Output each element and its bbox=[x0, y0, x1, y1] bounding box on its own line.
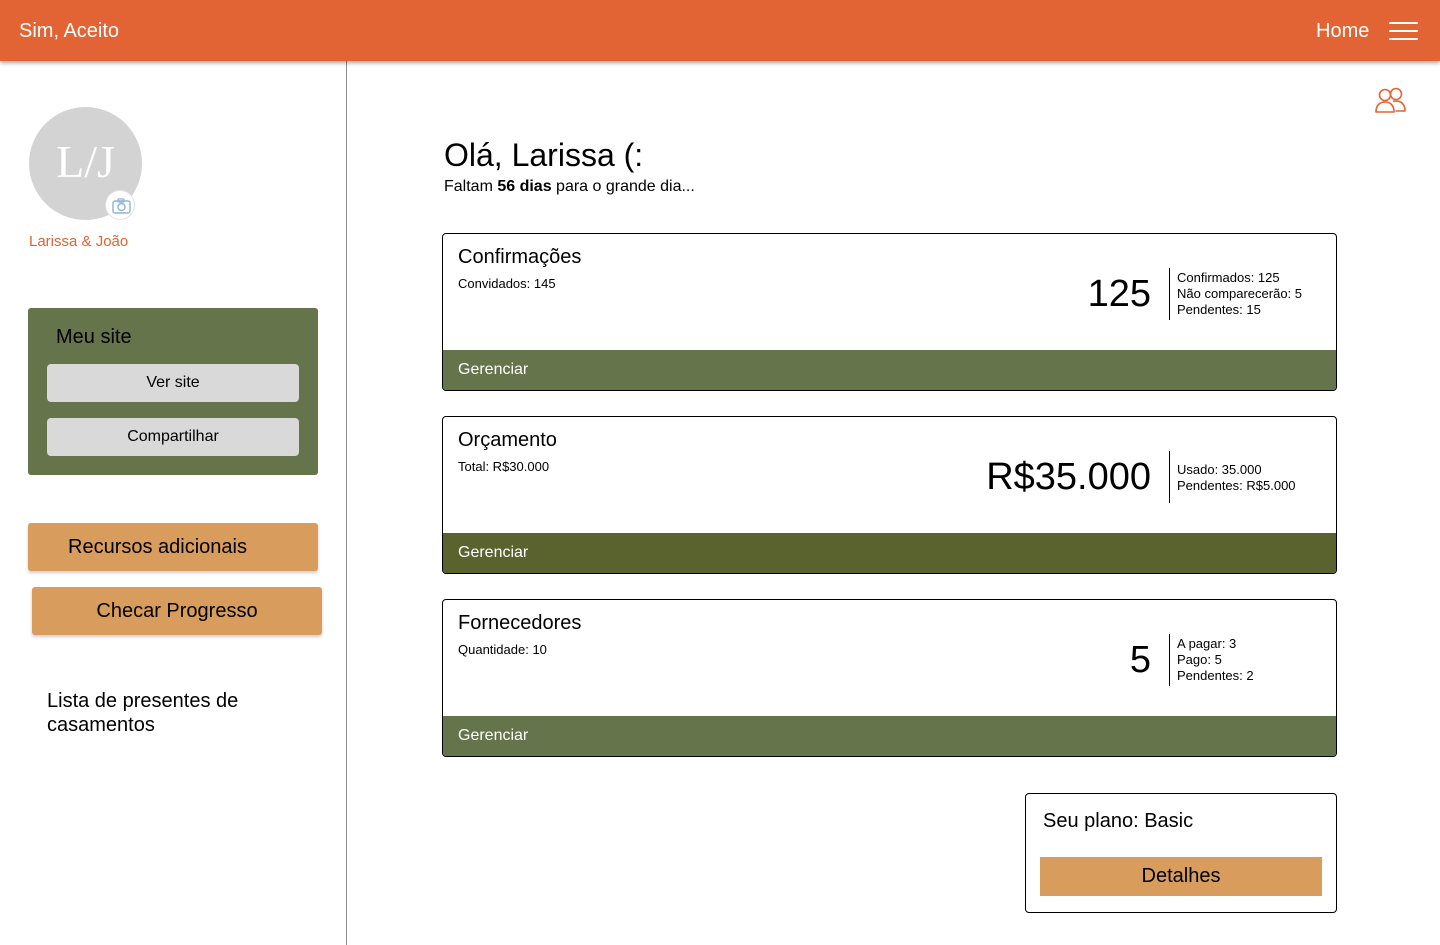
avatar-initials: L/J bbox=[56, 136, 115, 187]
plan-title: Seu plano: Basic bbox=[1043, 810, 1194, 832]
greeting-heading: Olá, Larissa (: bbox=[444, 137, 644, 173]
countdown-prefix: Faltam bbox=[444, 178, 498, 195]
check-progress-button[interactable]: Checar Progresso bbox=[32, 587, 322, 635]
sidebar: L/J Larissa & João Meu site Ver site Com… bbox=[0, 61, 347, 945]
plan-details-button[interactable]: Detalhes bbox=[1040, 857, 1322, 896]
couple-name: Larissa & João bbox=[29, 233, 129, 250]
hamburger-menu-icon[interactable] bbox=[1389, 21, 1418, 41]
card-divider bbox=[1169, 451, 1170, 503]
card-title: Confirmações bbox=[458, 246, 582, 268]
stat-line: Pendentes: 15 bbox=[1177, 302, 1261, 317]
additional-resources-button[interactable]: Recursos adicionais bbox=[28, 523, 318, 571]
card-big-value: 5 bbox=[1129, 639, 1151, 681]
card-big-value: 125 bbox=[1087, 273, 1151, 315]
plan-panel: Seu plano: Basic Detalhes bbox=[1025, 793, 1337, 913]
view-site-button[interactable]: Ver site bbox=[47, 364, 299, 402]
budget-card: Orçamento Total: R$30.000 R$35.000 Usado… bbox=[442, 416, 1337, 574]
card-stats: A pagar: 3 Pago: 5 Pendentes: 2 bbox=[1177, 636, 1254, 684]
countdown-text: Faltam 56 dias para o grande dia... bbox=[444, 178, 695, 196]
card-title: Fornecedores bbox=[458, 612, 582, 634]
card-divider bbox=[1169, 634, 1170, 686]
card-stats: Usado: 35.000 Pendentes: R$5.000 bbox=[1177, 462, 1296, 494]
card-stats: Confirmados: 125 Não comparecerão: 5 Pen… bbox=[1177, 270, 1302, 318]
card-title: Orçamento bbox=[458, 429, 557, 451]
suppliers-card: Fornecedores Quantidade: 10 5 A pagar: 3… bbox=[442, 599, 1337, 757]
stat-line: Pendentes: R$5.000 bbox=[1177, 478, 1296, 493]
share-button[interactable]: Compartilhar bbox=[47, 418, 299, 456]
countdown-suffix: para o grande dia... bbox=[551, 178, 695, 195]
card-subtitle: Convidados: 145 bbox=[458, 276, 556, 291]
card-divider bbox=[1169, 268, 1170, 320]
stat-line: Confirmados: 125 bbox=[1177, 270, 1280, 285]
stat-line: Pago: 5 bbox=[1177, 652, 1222, 667]
gift-list-link[interactable]: Lista de presentes de casamentos bbox=[47, 689, 307, 737]
stat-line: Usado: 35.000 bbox=[1177, 462, 1262, 477]
manage-suppliers-button[interactable]: Gerenciar bbox=[443, 716, 1336, 756]
manage-confirmations-button[interactable]: Gerenciar bbox=[443, 350, 1336, 390]
home-link[interactable]: Home bbox=[1316, 20, 1369, 43]
card-subtitle: Total: R$30.000 bbox=[458, 459, 550, 474]
stat-line: Pendentes: 2 bbox=[1177, 668, 1254, 683]
card-subtitle: Quantidade: 10 bbox=[458, 642, 547, 657]
countdown-days: 56 dias bbox=[497, 178, 552, 195]
card-big-value: R$35.000 bbox=[986, 456, 1151, 498]
manage-budget-button[interactable]: Gerenciar bbox=[443, 533, 1336, 573]
stat-line: A pagar: 3 bbox=[1177, 636, 1237, 651]
my-site-title: Meu site bbox=[56, 326, 132, 348]
people-icon[interactable] bbox=[1374, 87, 1407, 114]
app-brand[interactable]: Sim, Aceito bbox=[19, 20, 119, 43]
top-bar: Sim, Aceito Home bbox=[0, 0, 1440, 61]
my-site-panel: Meu site Ver site Compartilhar bbox=[28, 308, 318, 475]
avatar[interactable]: L/J bbox=[29, 107, 142, 220]
confirmations-card: Confirmações Convidados: 145 125 Confirm… bbox=[442, 233, 1337, 391]
stat-line: Não comparecerão: 5 bbox=[1177, 286, 1303, 301]
camera-icon[interactable] bbox=[105, 190, 135, 220]
